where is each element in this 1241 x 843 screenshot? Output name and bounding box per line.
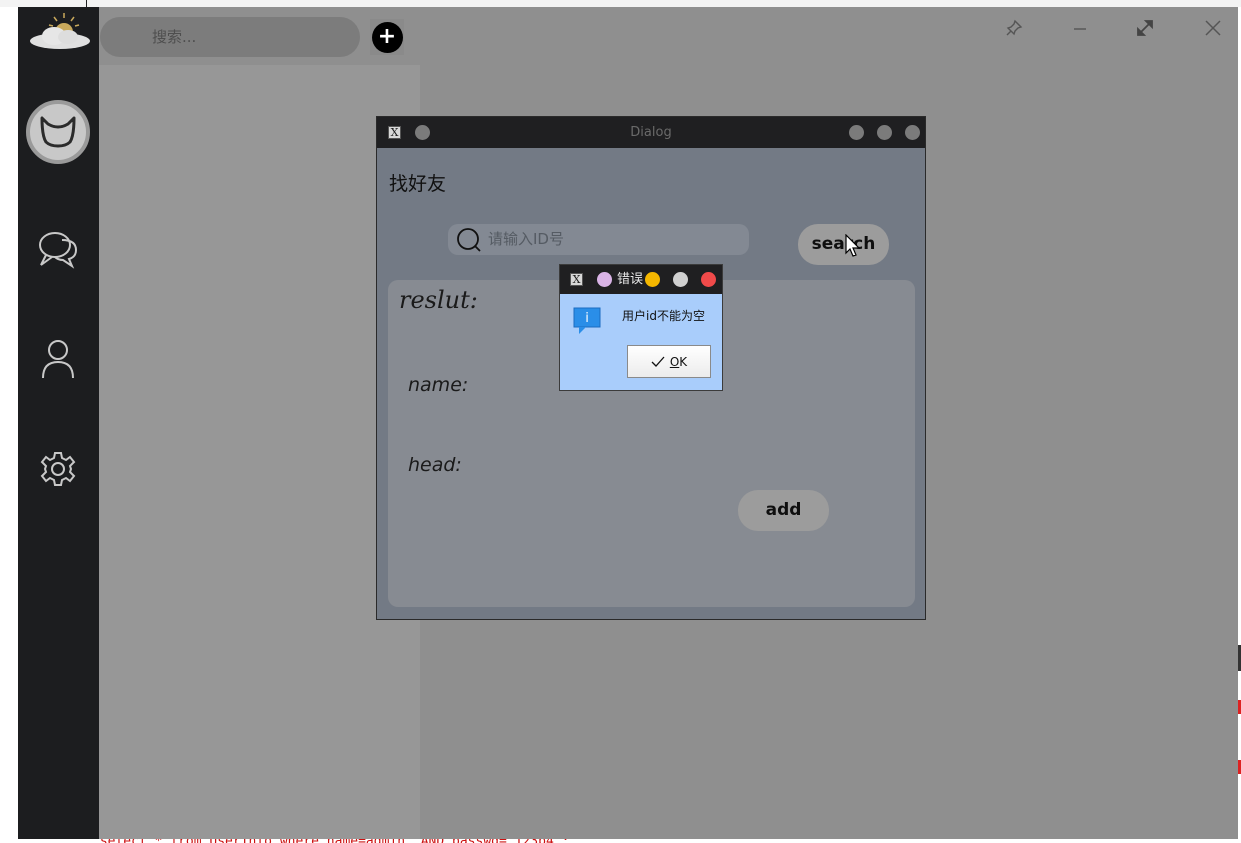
message-box-titlebar: X 错误: [560, 265, 722, 294]
x11-icon: X: [388, 126, 401, 139]
user-avatar[interactable]: [26, 100, 90, 164]
dialog-heading: 找好友: [389, 173, 447, 195]
background-divider: [86, 0, 87, 7]
result-title: reslut:: [399, 286, 478, 314]
pin-icon[interactable]: [994, 13, 1034, 43]
message-text: 用户id不能为空: [622, 309, 705, 323]
minimize-icon[interactable]: [1060, 13, 1100, 43]
contact-list-panel: [99, 65, 420, 839]
message-box-close-button[interactable]: [701, 272, 716, 287]
search-placeholder: 搜索...: [152, 28, 197, 46]
app-logo-icon: [24, 11, 90, 55]
dialog-minimize-button[interactable]: [849, 125, 864, 140]
plus-circle-icon: +: [371, 21, 403, 53]
background-window-edge: [0, 0, 1241, 7]
message-box-title: 错误: [617, 272, 644, 287]
window-menu-button[interactable]: [415, 125, 430, 140]
id-search-placeholder: 请输入ID号: [488, 230, 564, 248]
add-contact-button[interactable]: +: [370, 19, 404, 55]
dialog-title: Dialog: [630, 125, 672, 140]
message-box-maximize-button[interactable]: [673, 272, 688, 287]
dialog-close-button[interactable]: [905, 125, 920, 140]
info-icon: i: [573, 307, 601, 334]
maximize-icon[interactable]: [1125, 13, 1165, 43]
search-icon: [457, 228, 481, 252]
gear-icon[interactable]: [26, 437, 90, 501]
check-icon: [651, 356, 665, 367]
add-button[interactable]: add: [738, 490, 829, 531]
mouse-cursor-icon: [845, 234, 861, 257]
id-search-input[interactable]: 请输入ID号: [448, 224, 749, 255]
ok-button-label: OK: [669, 354, 688, 369]
user-icon[interactable]: [26, 327, 90, 391]
close-icon[interactable]: [1193, 13, 1233, 43]
dialog-maximize-button[interactable]: [877, 125, 892, 140]
svg-text:i: i: [585, 311, 589, 326]
window-menu-button[interactable]: [597, 272, 612, 287]
search-button[interactable]: search: [798, 224, 889, 265]
head-label: head:: [408, 454, 462, 476]
sidebar: [18, 7, 99, 839]
error-message-box: X 错误 i 用户id不能为空 OK: [559, 264, 723, 391]
screen: "select * from UserInfo where name=admin…: [0, 0, 1241, 843]
chat-bubbles-icon[interactable]: [26, 217, 90, 281]
message-box-minimize-button[interactable]: [645, 272, 660, 287]
name-label: name:: [408, 374, 469, 396]
ok-button[interactable]: OK: [627, 345, 711, 378]
x11-icon: X: [570, 273, 583, 286]
dialog-titlebar: Dialog X: [377, 117, 925, 148]
contact-search-input[interactable]: 搜索...: [100, 17, 360, 57]
